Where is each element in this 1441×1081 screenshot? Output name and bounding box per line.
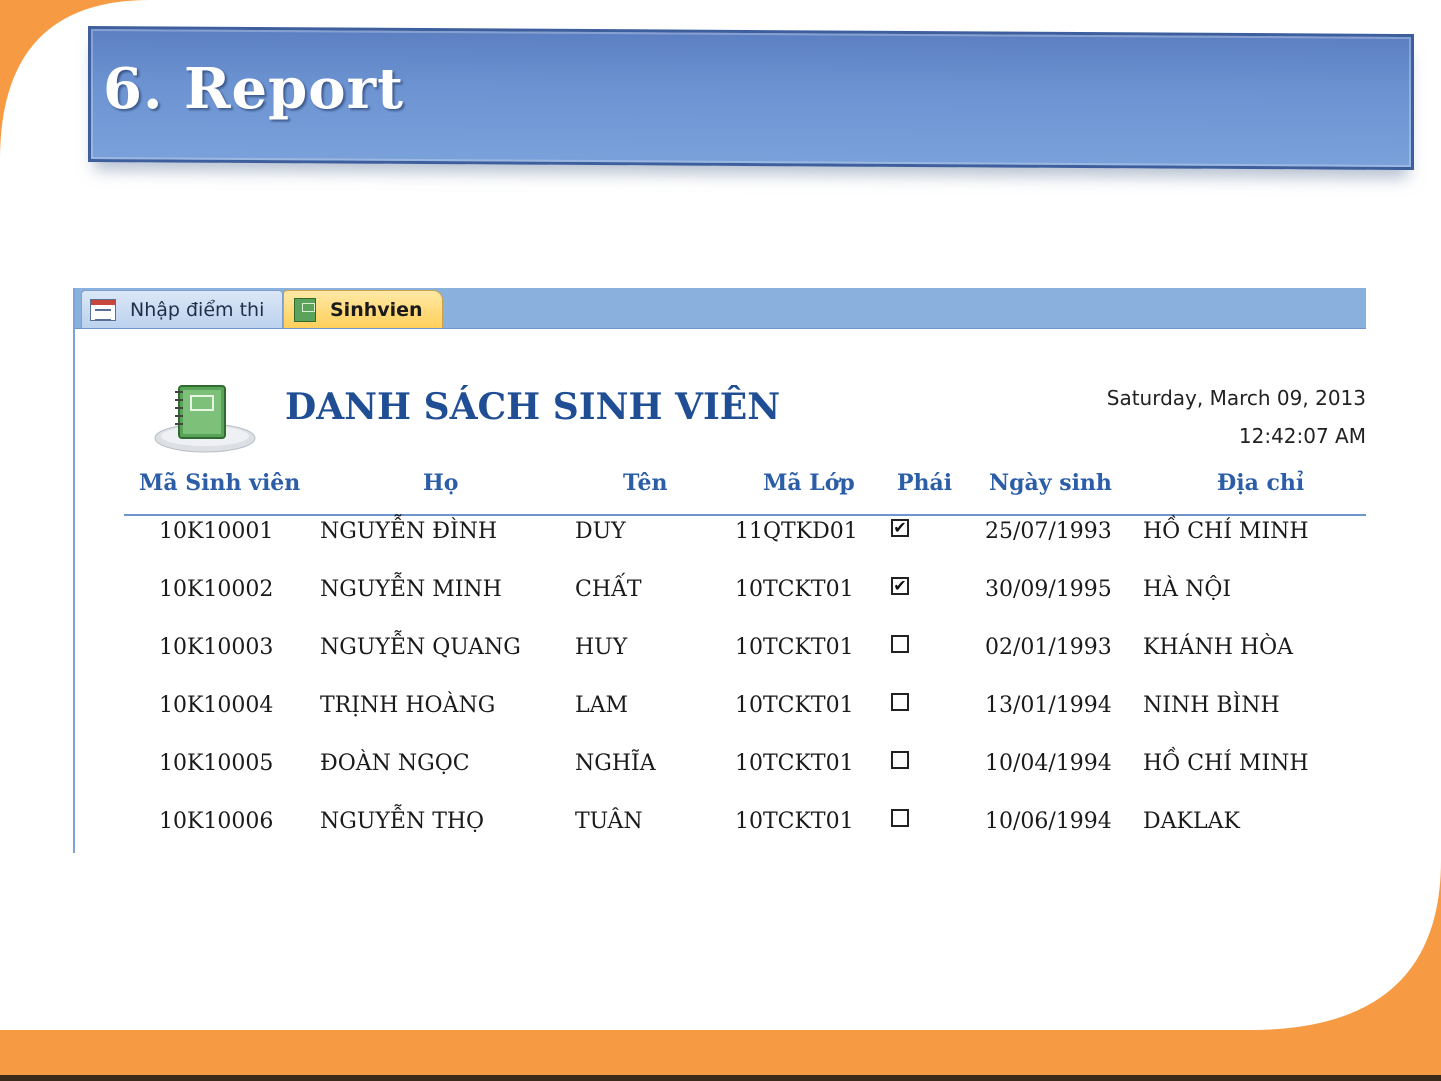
column-header-dia-chi: Địa chỉ [1217,470,1305,496]
tab-sinhvien[interactable]: Sinhvien [283,290,443,328]
cell-ho: NGUYỄN QUANG [320,635,521,660]
form-icon [90,298,116,321]
cell-ma-lop: 10TCKT01 [735,635,854,660]
cell-dia-chi: KHÁNH HÒA [1143,635,1294,660]
access-report-window: Nhập điểm thi Sinhvien DANH SÁCH SINH VI… [73,288,1366,853]
bottom-strip [0,1075,1441,1081]
cell-ma-lop: 10TCKT01 [735,577,854,602]
table-row: 10K10004 TRỊNH HOÀNG LAM 10TCKT01 13/01/… [75,693,1366,733]
cell-ma-sinh-vien: 10K10006 [159,809,274,834]
cell-ngay-sinh: 30/09/1995 [985,577,1112,602]
report-logo-icon [154,385,256,453]
phai-checkbox[interactable] [891,693,909,711]
report-title: DANH SÁCH SINH VIÊN [285,386,781,428]
cell-ma-sinh-vien: 10K10005 [159,751,274,776]
cell-ma-lop: 11QTKD01 [735,519,858,544]
table-row: 10K10005 ĐOÀN NGỌC NGHĨA 10TCKT01 10/04/… [75,751,1366,791]
column-header-ma-sinh-vien: Mã Sinh viên [139,470,301,496]
cell-dia-chi: NINH BÌNH [1143,693,1280,718]
table-row: 10K10006 NGUYỄN THỌ TUÂN 10TCKT01 10/06/… [75,809,1366,849]
cell-ho: TRỊNH HOÀNG [320,693,496,718]
cell-ten: HUY [575,635,628,660]
document-tab-strip: Nhập điểm thi Sinhvien [75,288,1366,329]
report-time: 12:42:07 AM [1238,424,1366,448]
cell-dia-chi: DAKLAK [1143,809,1240,834]
tab-label: Nhập điểm thi [130,298,265,321]
cell-ma-lop: 10TCKT01 [735,751,854,776]
cell-ma-sinh-vien: 10K10003 [159,635,274,660]
cell-ten: LAM [575,693,629,718]
cell-ngay-sinh: 25/07/1993 [985,519,1112,544]
cell-ho: NGUYỄN ĐÌNH [320,519,498,544]
phai-checkbox[interactable] [891,635,909,653]
table-row: 10K10003 NGUYỄN QUANG HUY 10TCKT01 02/01… [75,635,1366,675]
header-divider [124,514,1366,516]
cell-ma-lop: 10TCKT01 [735,809,854,834]
phai-checkbox[interactable]: ✔ [891,577,909,595]
cell-ma-sinh-vien: 10K10001 [159,519,274,544]
cell-ho: NGUYỄN MINH [320,577,502,602]
cell-ma-lop: 10TCKT01 [735,693,854,718]
column-header-ngay-sinh: Ngày sinh [989,470,1112,496]
table-row: 10K10001 NGUYỄN ĐÌNH DUY 11QTKD01 ✔ 25/0… [75,519,1366,559]
cell-ten: DUY [575,519,626,544]
phai-checkbox[interactable] [891,809,909,827]
tab-label: Sinhvien [330,298,423,321]
cell-ngay-sinh: 10/06/1994 [985,809,1112,834]
column-header-row: Mã Sinh viên Họ Tên Mã Lớp Phái Ngày sin… [75,470,1366,510]
cell-dia-chi: HỒ CHÍ MINH [1143,751,1309,776]
column-header-ten: Tên [623,470,668,496]
column-header-ho: Họ [423,470,459,496]
cell-ten: TUÂN [575,809,643,834]
slide-title: 6. Report [103,56,405,122]
cell-ngay-sinh: 10/04/1994 [985,751,1112,776]
cell-ten: NGHĨA [575,751,656,776]
report-date: Saturday, March 09, 2013 [1106,386,1366,410]
cell-dia-chi: HỒ CHÍ MINH [1143,519,1309,544]
phai-checkbox[interactable] [891,751,909,769]
tab-nhap-diem-thi[interactable]: Nhập điểm thi [81,290,283,328]
cell-ngay-sinh: 02/01/1993 [985,635,1112,660]
cell-ten: CHẤT [575,577,642,602]
cell-ho: ĐOÀN NGỌC [320,751,470,776]
phai-checkbox[interactable]: ✔ [891,519,909,537]
cell-ho: NGUYỄN THỌ [320,809,485,834]
cell-ma-sinh-vien: 10K10004 [159,693,274,718]
report-icon [294,297,316,322]
cell-dia-chi: HÀ NỘI [1143,577,1232,602]
table-row: 10K10002 NGUYỄN MINH CHẤT 10TCKT01 ✔ 30/… [75,577,1366,617]
column-header-ma-lop: Mã Lớp [763,470,855,496]
cell-ngay-sinh: 13/01/1994 [985,693,1112,718]
cell-ma-sinh-vien: 10K10002 [159,577,274,602]
column-header-phai: Phái [897,470,953,496]
